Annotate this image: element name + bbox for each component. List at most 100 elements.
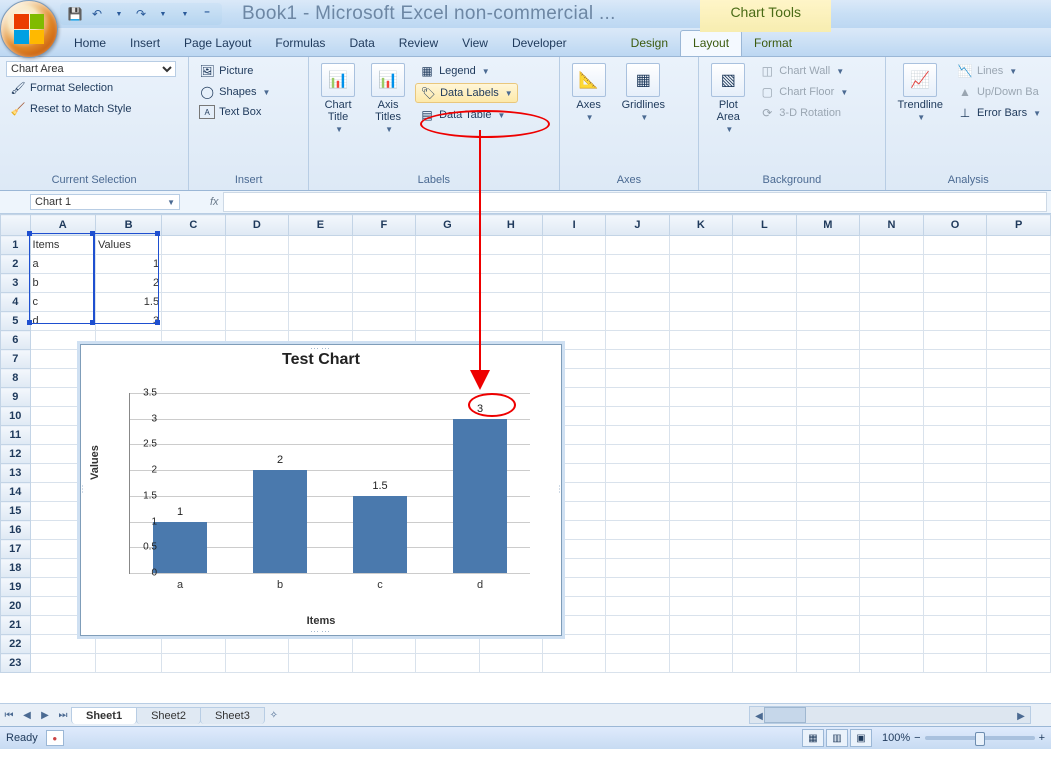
- reset-to-match-style-button[interactable]: 🧹Reset to Match Style: [6, 99, 182, 119]
- cell[interactable]: [733, 483, 796, 502]
- cell[interactable]: [606, 654, 669, 673]
- bar[interactable]: [353, 496, 407, 573]
- row-header[interactable]: 19: [1, 578, 31, 597]
- cell[interactable]: [669, 616, 733, 635]
- cell[interactable]: [352, 654, 415, 673]
- row-header[interactable]: 14: [1, 483, 31, 502]
- resize-handle[interactable]: ⋯: [554, 485, 565, 496]
- trendline-button[interactable]: 📈Trendline▼: [892, 61, 949, 124]
- cell[interactable]: Values: [96, 236, 162, 255]
- column-header[interactable]: K: [669, 215, 733, 236]
- cell[interactable]: [987, 293, 1051, 312]
- cell[interactable]: [225, 312, 289, 331]
- cell[interactable]: [796, 312, 860, 331]
- cell[interactable]: [96, 635, 162, 654]
- cell[interactable]: [289, 255, 352, 274]
- cell[interactable]: [923, 388, 987, 407]
- cell[interactable]: [796, 540, 860, 559]
- tab-data[interactable]: Data: [337, 31, 386, 56]
- cell[interactable]: [606, 597, 669, 616]
- cell[interactable]: [860, 369, 924, 388]
- cell[interactable]: [923, 312, 987, 331]
- tab-view[interactable]: View: [450, 31, 500, 56]
- cell[interactable]: [225, 236, 289, 255]
- cell[interactable]: [289, 274, 352, 293]
- cell[interactable]: [669, 255, 733, 274]
- cell[interactable]: [796, 578, 860, 597]
- cell[interactable]: [860, 597, 924, 616]
- row-header[interactable]: 2: [1, 255, 31, 274]
- cell[interactable]: [669, 312, 733, 331]
- row-header[interactable]: 20: [1, 597, 31, 616]
- cell[interactable]: [479, 635, 543, 654]
- cell[interactable]: [987, 578, 1051, 597]
- cell[interactable]: [733, 255, 796, 274]
- cell[interactable]: [733, 369, 796, 388]
- tab-formulas[interactable]: Formulas: [263, 31, 337, 56]
- cell[interactable]: [669, 521, 733, 540]
- cell[interactable]: [796, 502, 860, 521]
- cell[interactable]: [860, 464, 924, 483]
- cell[interactable]: [923, 236, 987, 255]
- cell[interactable]: [923, 426, 987, 445]
- cell[interactable]: [987, 559, 1051, 578]
- row-header[interactable]: 11: [1, 426, 31, 445]
- cell[interactable]: [987, 445, 1051, 464]
- cell[interactable]: [796, 597, 860, 616]
- cell[interactable]: [987, 369, 1051, 388]
- column-header[interactable]: A: [30, 215, 96, 236]
- column-header[interactable]: P: [987, 215, 1051, 236]
- row-header[interactable]: 4: [1, 293, 31, 312]
- shapes-button[interactable]: ◯Shapes▼: [195, 82, 302, 102]
- cell[interactable]: [987, 274, 1051, 293]
- cell[interactable]: [860, 274, 924, 293]
- cell[interactable]: [606, 578, 669, 597]
- cell[interactable]: b: [30, 274, 96, 293]
- cell[interactable]: [606, 274, 669, 293]
- cell[interactable]: [796, 331, 860, 350]
- cell[interactable]: [162, 635, 226, 654]
- sheet-tab-2[interactable]: Sheet2: [136, 707, 201, 724]
- cell[interactable]: [669, 369, 733, 388]
- cell[interactable]: [733, 654, 796, 673]
- normal-view-icon[interactable]: ▦: [802, 729, 824, 747]
- x-axis-label[interactable]: Items: [307, 615, 336, 627]
- office-button[interactable]: [0, 0, 58, 58]
- cell[interactable]: [796, 616, 860, 635]
- bar[interactable]: [453, 419, 507, 573]
- undo-dropdown-icon[interactable]: ▼: [110, 5, 128, 23]
- cell[interactable]: [733, 597, 796, 616]
- cell[interactable]: [30, 654, 96, 673]
- row-header[interactable]: 15: [1, 502, 31, 521]
- cell[interactable]: [796, 350, 860, 369]
- cell[interactable]: [669, 559, 733, 578]
- cell[interactable]: [669, 578, 733, 597]
- cell[interactable]: [669, 445, 733, 464]
- cell[interactable]: [606, 616, 669, 635]
- column-header[interactable]: G: [416, 215, 480, 236]
- tab-format[interactable]: Format: [742, 31, 804, 56]
- cell[interactable]: [289, 236, 352, 255]
- cell[interactable]: [543, 274, 606, 293]
- cell[interactable]: [860, 236, 924, 255]
- tab-developer[interactable]: Developer: [500, 31, 579, 56]
- cell[interactable]: [796, 388, 860, 407]
- cell[interactable]: [669, 483, 733, 502]
- plot-area[interactable]: 1a2b1.5c3d: [129, 393, 530, 574]
- cell[interactable]: [606, 350, 669, 369]
- cell[interactable]: [606, 312, 669, 331]
- sheet-nav-last-icon[interactable]: ⏭: [54, 706, 72, 724]
- axis-titles-button[interactable]: 📊Axis Titles▼: [365, 61, 411, 136]
- select-all-corner[interactable]: [1, 215, 31, 236]
- row-header[interactable]: 13: [1, 464, 31, 483]
- row-header[interactable]: 23: [1, 654, 31, 673]
- cell[interactable]: [162, 236, 226, 255]
- cell[interactable]: [796, 369, 860, 388]
- row-header[interactable]: 16: [1, 521, 31, 540]
- cell[interactable]: [923, 274, 987, 293]
- 3d-rotation-button[interactable]: ⟳3-D Rotation: [755, 103, 852, 123]
- cell[interactable]: [860, 540, 924, 559]
- cell[interactable]: 1: [96, 255, 162, 274]
- cell[interactable]: [923, 255, 987, 274]
- cell[interactable]: [606, 502, 669, 521]
